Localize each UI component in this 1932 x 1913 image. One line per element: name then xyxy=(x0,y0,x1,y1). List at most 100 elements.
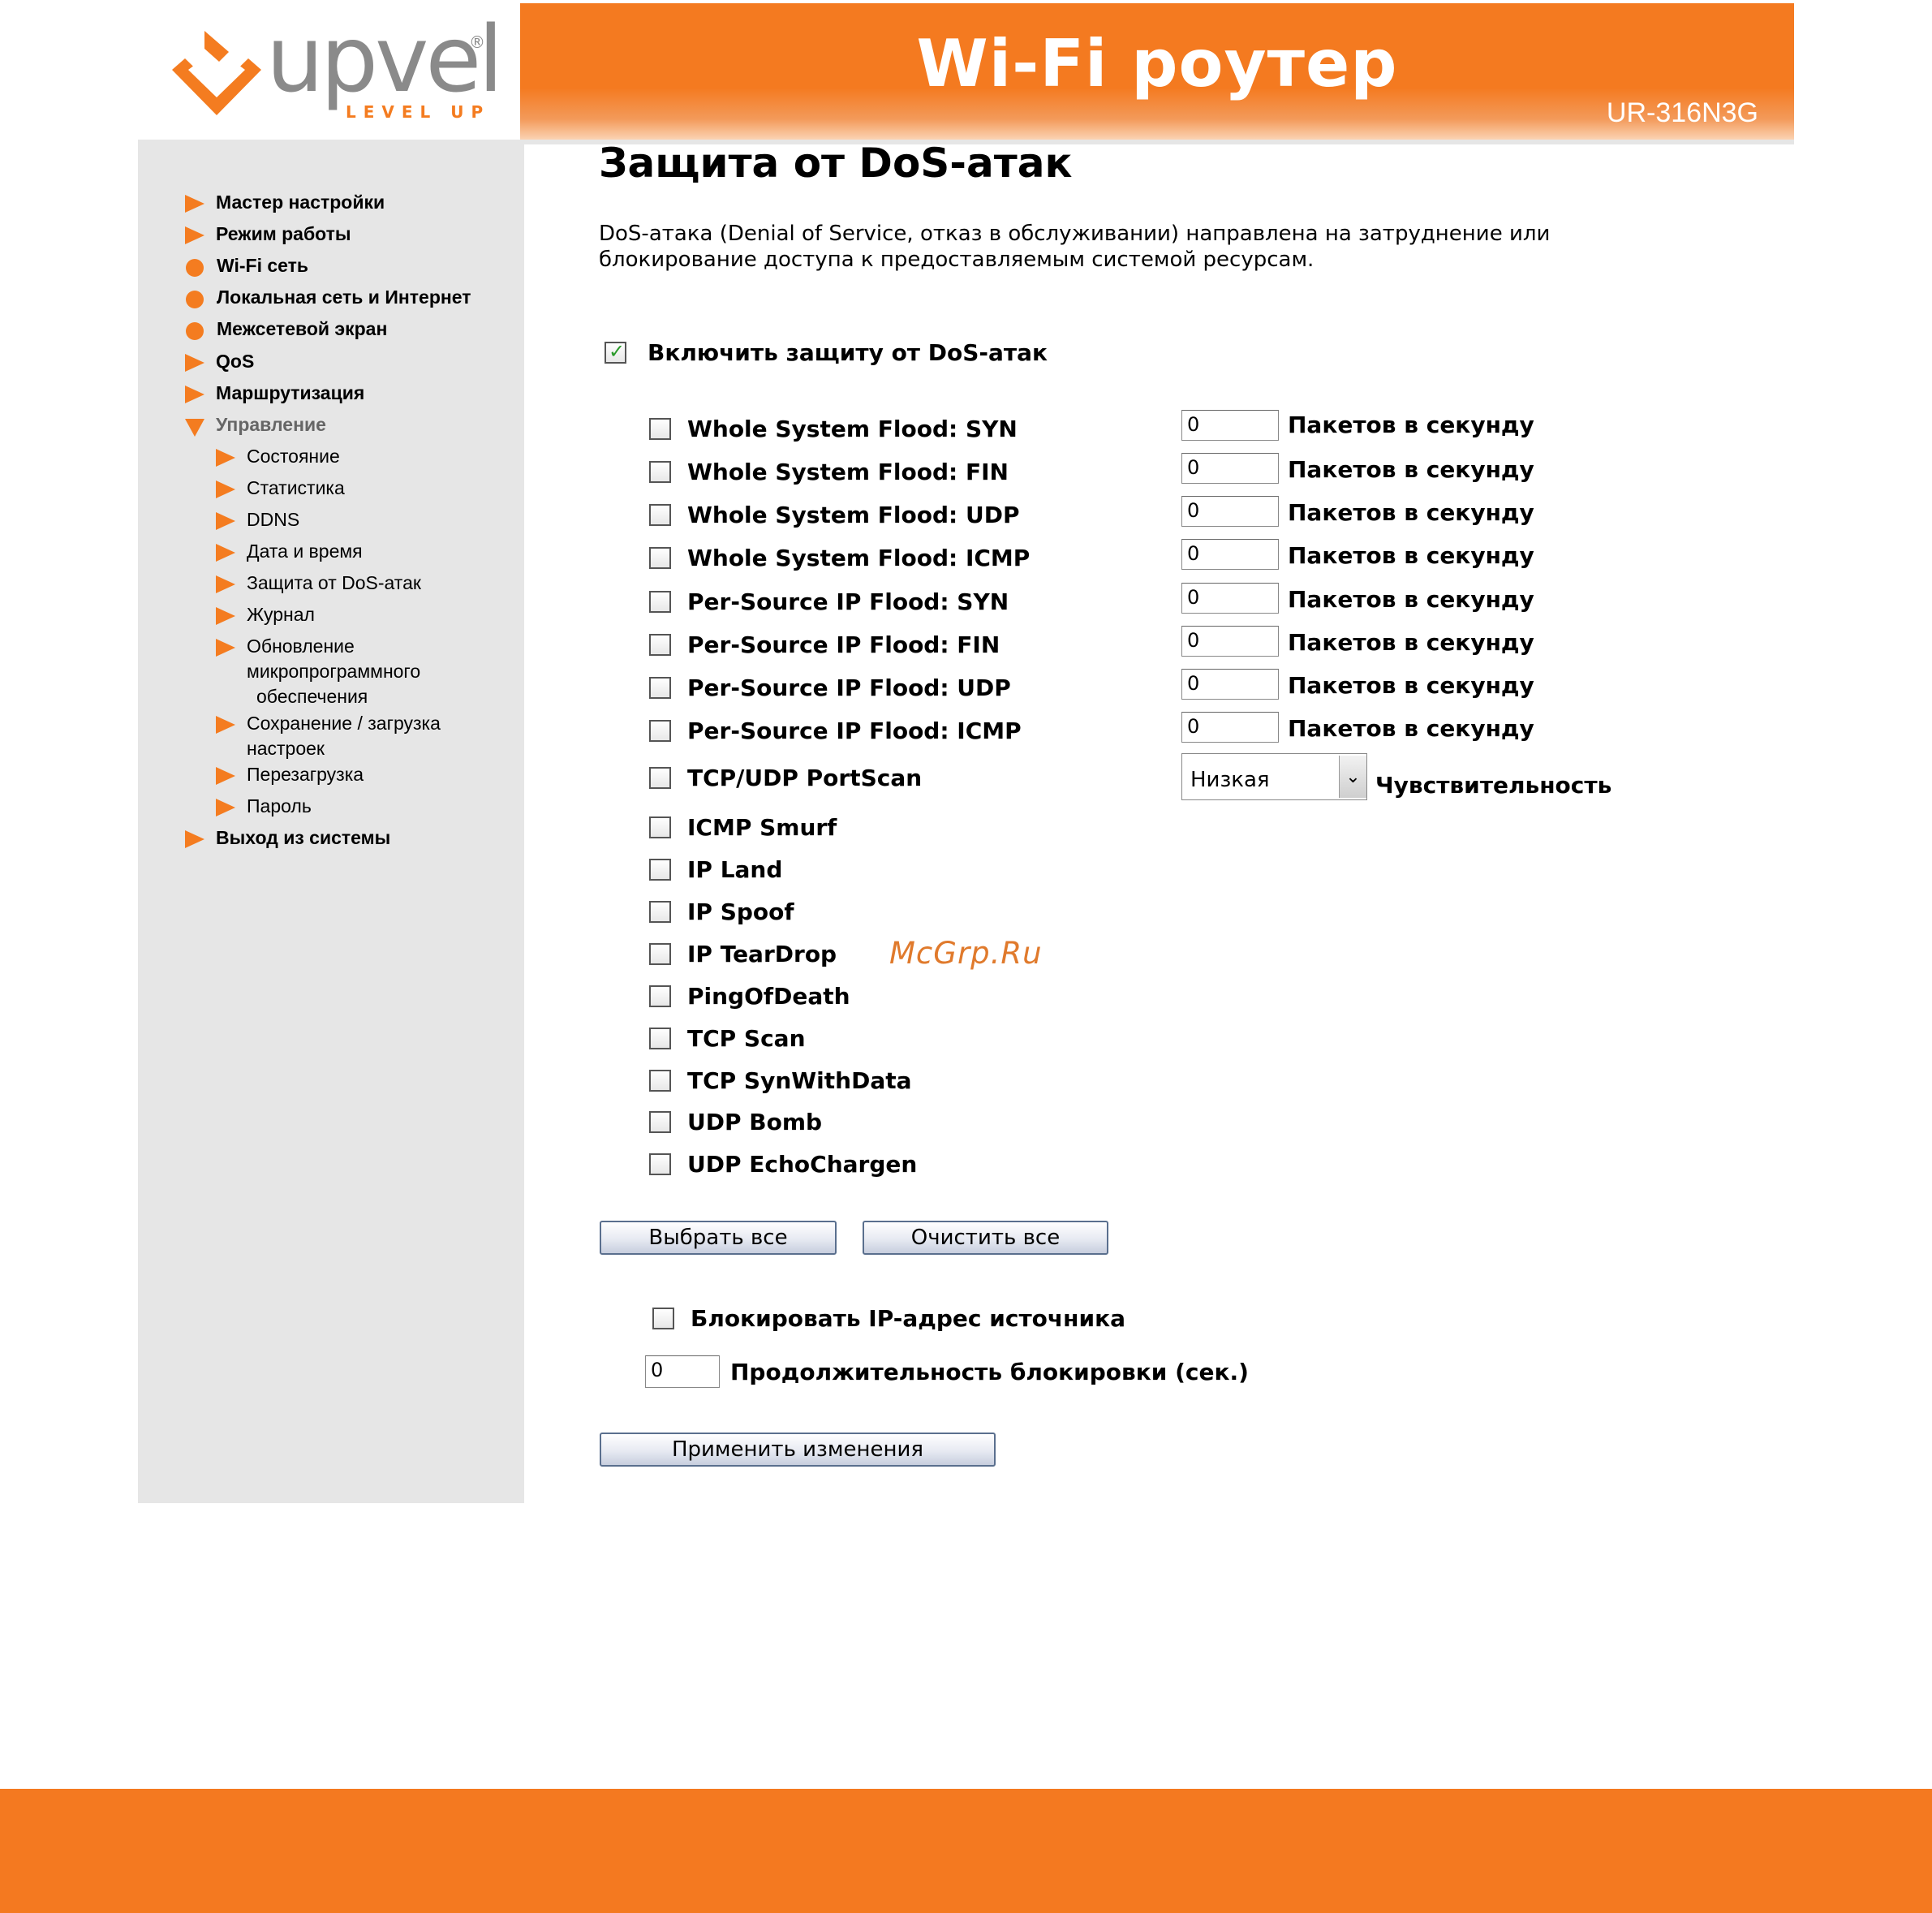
option-checkbox[interactable] xyxy=(649,943,671,965)
block-ip-label: Блокировать IP-адрес источника xyxy=(691,1305,1126,1332)
packets-unit-label: Пакетов в секунду xyxy=(1288,542,1534,569)
firmware-line-2: микропрограммного xyxy=(247,661,421,682)
nav-management[interactable]: Управление xyxy=(185,412,326,437)
enable-dos-protection-checkbox[interactable] xyxy=(605,340,626,364)
logo-registered-mark: ® xyxy=(469,32,485,52)
block-duration-label: Продолжительность блокировки (сек.) xyxy=(730,1359,1249,1385)
option-checkbox[interactable] xyxy=(649,859,671,881)
packets-unit-label: Пакетов в секунду xyxy=(1288,715,1534,742)
flood-checkbox[interactable] xyxy=(649,504,671,526)
portscan-row: TCP/UDP PortScan xyxy=(649,765,922,791)
packets-per-second-input[interactable]: 0 xyxy=(1181,453,1279,484)
nav-sub-password[interactable]: Пароль xyxy=(216,794,312,819)
select-all-button[interactable]: Выбрать все xyxy=(600,1221,837,1255)
packets-per-second-input[interactable]: 0 xyxy=(1181,626,1279,657)
flood-label: Per-Source IP Flood: FIN xyxy=(687,631,1000,658)
block-duration-input[interactable]: 0 xyxy=(645,1355,720,1388)
nav-qos[interactable]: QoS xyxy=(185,349,254,374)
flood-label: Whole System Flood: SYN xyxy=(687,416,1018,442)
nav-sub-log[interactable]: Журнал xyxy=(216,602,315,627)
packets-per-second-input[interactable]: 0 xyxy=(1181,496,1279,527)
option-checkbox[interactable] xyxy=(649,1028,671,1049)
option-row: PingOfDeath xyxy=(649,983,850,1010)
firmware-line-1: Обновление xyxy=(247,636,355,657)
option-row: IP Land xyxy=(649,856,782,883)
nav-sub-backup-restore[interactable]: Сохранение / загрузка настроек xyxy=(216,711,441,761)
packets-unit-label: Пакетов в секунду xyxy=(1288,629,1534,656)
triangle-right-icon xyxy=(185,354,204,372)
option-label: TCP SynWithData xyxy=(687,1067,912,1094)
flood-checkbox[interactable] xyxy=(649,677,671,699)
flood-label: Per-Source IP Flood: ICMP xyxy=(687,717,1022,744)
flood-label: Whole System Flood: FIN xyxy=(687,459,1009,485)
option-checkbox[interactable] xyxy=(649,1070,671,1092)
nav-operation-mode[interactable]: Режим работы xyxy=(185,222,351,247)
nav-sub-statistics[interactable]: Статистика xyxy=(216,476,345,501)
packets-unit-label: Пакетов в секунду xyxy=(1288,672,1534,699)
packets-per-second-input[interactable]: 0 xyxy=(1181,669,1279,700)
flood-checkbox[interactable] xyxy=(649,418,671,440)
backup-line-1: Сохранение / загрузка xyxy=(247,713,441,734)
nav-setup-wizard[interactable]: Мастер настройки xyxy=(185,190,385,215)
option-checkbox[interactable] xyxy=(649,901,671,923)
nav-lan-internet[interactable]: Локальная сеть и Интернет xyxy=(186,285,471,310)
option-label: IP TearDrop xyxy=(687,941,837,967)
option-label: PingOfDeath xyxy=(687,983,850,1010)
nav-sub-dos-protection[interactable]: Защита от DoS-атак xyxy=(216,571,421,596)
flood-row: Whole System Flood: SYN xyxy=(649,416,1018,442)
triangle-right-icon xyxy=(185,226,204,244)
nav-wifi[interactable]: Wi-Fi сеть xyxy=(186,253,308,278)
flood-row: Per-Source IP Flood: UDP xyxy=(649,674,1011,701)
option-checkbox[interactable] xyxy=(649,1111,671,1133)
circle-icon xyxy=(186,322,204,340)
nav-logout[interactable]: Выход из системы xyxy=(185,825,390,851)
clear-all-button[interactable]: Очистить все xyxy=(863,1221,1108,1255)
flood-row: Whole System Flood: ICMP xyxy=(649,545,1030,571)
watermark: McGrp.Ru xyxy=(889,936,1043,971)
option-label: TCP Scan xyxy=(687,1025,806,1052)
nav-routing[interactable]: Маршрутизация xyxy=(185,381,364,406)
triangle-right-icon xyxy=(185,386,204,403)
flood-checkbox[interactable] xyxy=(649,591,671,613)
description-line-2: блокирование доступа к предоставляемым с… xyxy=(599,248,1315,272)
packets-per-second-input[interactable]: 0 xyxy=(1181,539,1279,570)
triangle-right-icon xyxy=(185,195,204,213)
nav-sub-status[interactable]: Состояние xyxy=(216,444,340,469)
circle-icon xyxy=(186,291,204,308)
option-row: UDP Bomb xyxy=(649,1109,822,1135)
portscan-checkbox[interactable] xyxy=(649,767,671,789)
packets-per-second-input[interactable]: 0 xyxy=(1181,583,1279,614)
packets-per-second-input[interactable]: 0 xyxy=(1181,712,1279,743)
nav-sub-datetime[interactable]: Дата и время xyxy=(216,539,363,564)
flood-checkbox[interactable] xyxy=(649,720,671,742)
chevron-down-icon[interactable]: ⌄ xyxy=(1339,756,1366,798)
option-checkbox[interactable] xyxy=(649,816,671,838)
model-name: UR-316N3G xyxy=(1606,97,1758,128)
sensitivity-select[interactable]: Низкая ⌄ xyxy=(1181,753,1367,800)
flood-checkbox[interactable] xyxy=(649,634,671,656)
nav-sub-firmware-update[interactable]: Обновление микропрограммного обеспечения xyxy=(216,634,420,709)
nav-firewall[interactable]: Межсетевой экран xyxy=(186,317,387,342)
option-row: TCP SynWithData xyxy=(649,1067,912,1094)
portscan-label: TCP/UDP PortScan xyxy=(687,765,923,791)
flood-checkbox[interactable] xyxy=(649,461,671,483)
option-row: IP TearDrop xyxy=(649,941,837,967)
nav-sub-reboot[interactable]: Перезагрузка xyxy=(216,762,364,787)
flood-checkbox[interactable] xyxy=(649,547,671,569)
packets-unit-label: Пакетов в секунду xyxy=(1288,499,1534,526)
triangle-right-icon xyxy=(216,449,235,467)
flood-label: Per-Source IP Flood: UDP xyxy=(687,674,1011,701)
option-label: IP Spoof xyxy=(687,898,794,925)
option-row: UDP EchoChargen xyxy=(649,1151,917,1178)
nav-sub-ddns[interactable]: DDNS xyxy=(216,507,299,532)
page-description: DoS-атака (Denial of Service, отказ в об… xyxy=(599,221,1654,273)
description-line-1: DoS-атака (Denial of Service, отказ в об… xyxy=(599,222,1551,246)
option-checkbox[interactable] xyxy=(649,985,671,1007)
apply-changes-button[interactable]: Применить изменения xyxy=(600,1433,996,1467)
option-label: IP Land xyxy=(687,856,783,883)
flood-row: Per-Source IP Flood: SYN xyxy=(649,588,1009,615)
packets-per-second-input[interactable]: 0 xyxy=(1181,410,1279,441)
option-checkbox[interactable] xyxy=(649,1153,671,1175)
block-ip-checkbox[interactable] xyxy=(652,1308,674,1329)
option-row: ICMP Smurf xyxy=(649,814,837,841)
